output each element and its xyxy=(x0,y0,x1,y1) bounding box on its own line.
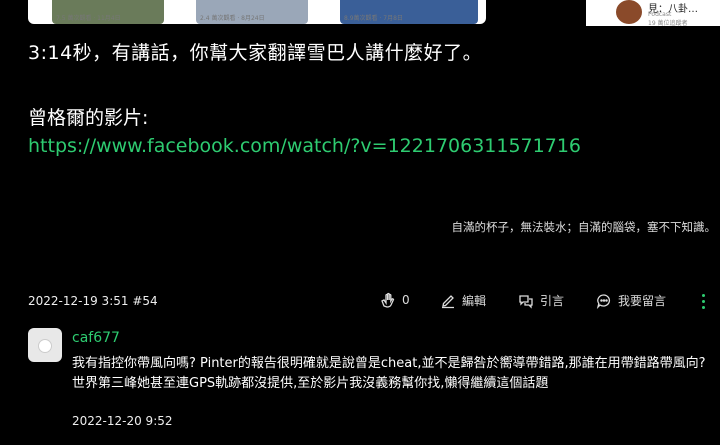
edit-label: 編輯 xyxy=(462,294,487,308)
quote-button[interactable]: 引言 xyxy=(518,292,564,309)
avatar[interactable] xyxy=(28,328,62,362)
pencil-icon xyxy=(442,294,454,308)
default-avatar-icon xyxy=(38,339,52,353)
video-thumbnail-2[interactable]: 2.4 萬次觀看 · 8月24日 xyxy=(196,0,308,24)
video-caption: 7.5 萬次觀看 · 11月4日 xyxy=(56,15,121,22)
podcast-avatar xyxy=(616,0,642,24)
comment-icon xyxy=(596,293,610,309)
video-caption: 8.9萬次觀看 · 7月8日 xyxy=(344,15,403,22)
like-button[interactable]: 0 xyxy=(380,292,410,308)
reply-button[interactable]: 我要留言 xyxy=(596,292,666,309)
video-link[interactable]: https://www.facebook.com/watch/?v=122170… xyxy=(28,135,581,157)
signature: 自滿的杯子，無法裝水；自滿的腦袋，塞不下知識。 xyxy=(451,220,717,234)
video-caption: 2.4 萬次觀看 · 8月24日 xyxy=(200,15,265,22)
reply-username[interactable]: caf677 xyxy=(72,330,120,346)
video-thumbnail-3[interactable]: 8.9萬次觀看 · 7月8日 xyxy=(340,0,478,24)
podcast-card[interactable]: 見：八卦… Podcast 19 萬位追蹤者 xyxy=(586,0,720,27)
post-text-line: 3:14秒，有講話，你幫大家翻譯雪巴人講什麼好了。 xyxy=(28,42,483,64)
related-videos-strip: 7.5 萬次觀看 · 11月4日 2.4 萬次觀看 · 8月24日 8.9萬次觀… xyxy=(28,0,486,24)
post-action-bar: 2022-12-19 3:51 #54 0 編輯 引言 我要留言 xyxy=(28,292,718,312)
reply-timestamp: 2022-12-20 9:52 xyxy=(72,414,173,428)
podcast-followers: 19 萬位追蹤者 xyxy=(648,20,688,27)
podcast-type: Podcast xyxy=(648,11,672,18)
edit-button[interactable]: 編輯 xyxy=(440,292,486,309)
quote-label: 引言 xyxy=(540,294,565,308)
post-text-line: 曾格爾的影片: xyxy=(28,107,149,129)
clap-icon xyxy=(381,292,395,308)
quote-chat-icon xyxy=(519,294,533,309)
reply-label: 我要留言 xyxy=(618,294,667,308)
like-count: 0 xyxy=(402,293,410,307)
reply-text: 我有指控你帶風向嗎? Pinter的報告很明確就是說曾是cheat,並不是歸咎於… xyxy=(72,356,706,391)
post-timestamp: 2022-12-19 3:51 #54 xyxy=(28,294,158,308)
more-options-icon[interactable] xyxy=(702,294,705,312)
video-thumbnail-1[interactable]: 7.5 萬次觀看 · 11月4日 xyxy=(52,0,164,24)
